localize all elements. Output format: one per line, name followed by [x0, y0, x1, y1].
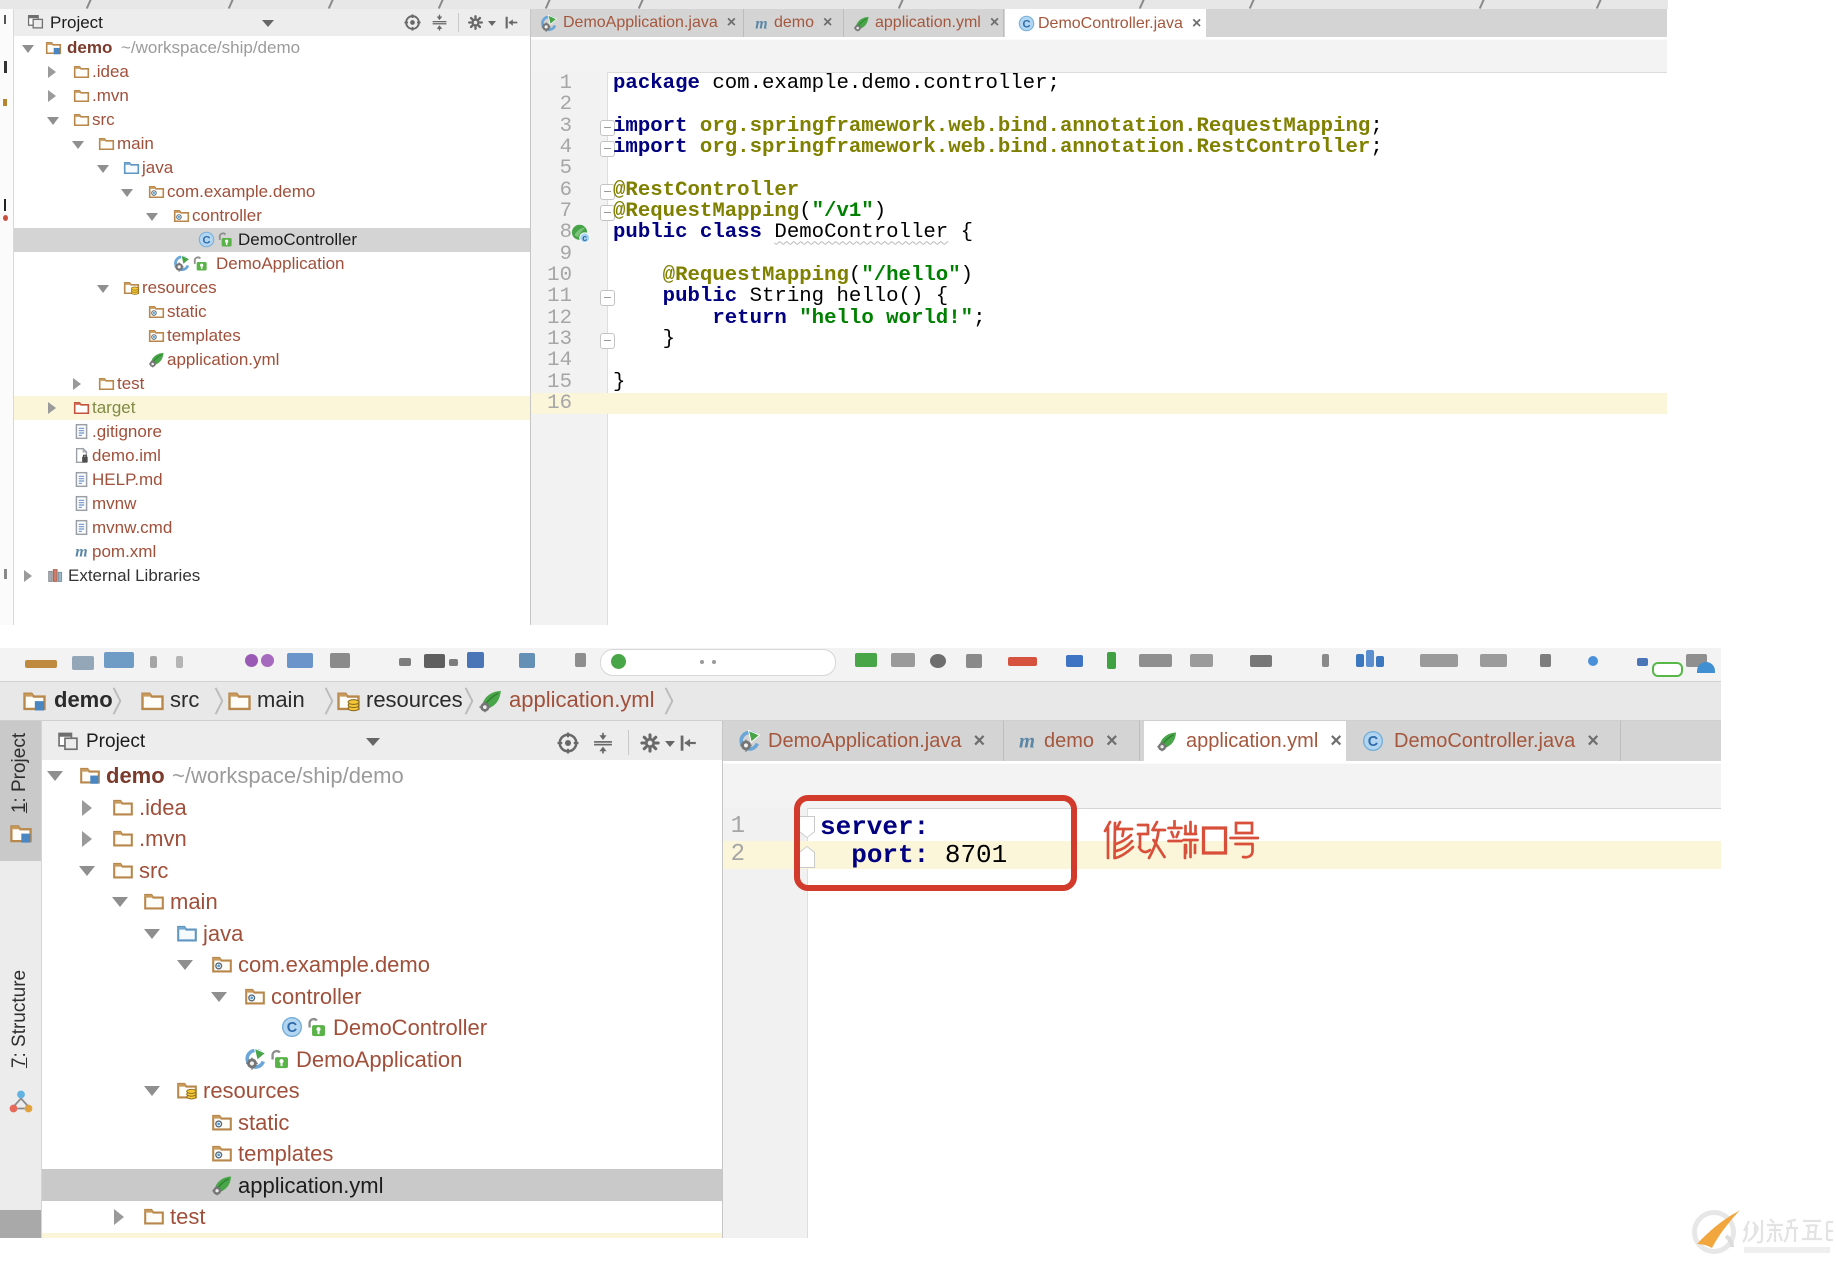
svg-text:c: c — [582, 233, 587, 243]
